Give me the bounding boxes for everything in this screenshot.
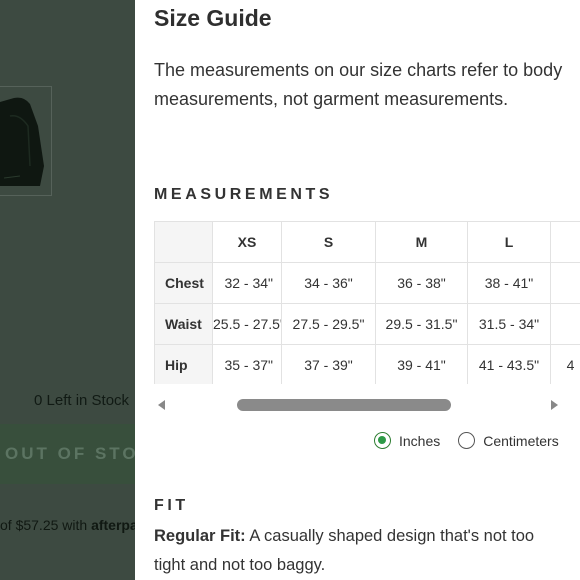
size-table: XS S M L Chest 32 - 34" 34 - 36" 36 - 38…	[154, 221, 580, 384]
table-cell: 32 - 34"	[212, 262, 282, 304]
table-cell: 4	[550, 344, 580, 384]
table-cell: 27.5 - 29.5"	[281, 303, 376, 345]
inches-label: Inches	[399, 432, 441, 449]
inches-radio[interactable]	[374, 432, 391, 449]
fit-heading: FIT	[154, 497, 189, 514]
table-row: Chest 32 - 34" 34 - 36" 36 - 38" 38 - 41…	[154, 262, 580, 304]
table-cell: 29.5 - 31.5"	[375, 303, 468, 345]
table-horizontal-scrollbar[interactable]	[154, 396, 562, 414]
table-cell: 37 - 39"	[281, 344, 376, 384]
jacket-image	[0, 97, 44, 186]
centimeters-radio[interactable]	[458, 432, 476, 449]
centimeters-label: Centimeters	[483, 432, 559, 449]
inches-option[interactable]: Inches	[374, 432, 440, 449]
table-cell: 25.5 - 27.5"	[212, 303, 282, 345]
table-cell: 36 - 38"	[375, 262, 468, 304]
scroll-right-arrow-icon[interactable]	[551, 400, 558, 410]
size-header-l: L	[467, 221, 551, 263]
size-table-scroller[interactable]: XS S M L Chest 32 - 34" 34 - 36" 36 - 38…	[154, 221, 580, 384]
table-cell: 34 - 36"	[281, 262, 376, 304]
table-cell: 31.5 - 34"	[467, 303, 551, 345]
table-cell: 38 - 41"	[467, 262, 551, 304]
table-corner-cell	[154, 221, 213, 263]
row-label-chest: Chest	[154, 262, 213, 304]
fit-description: Regular Fit: A casually shaped design th…	[154, 522, 569, 580]
size-header-m: M	[375, 221, 468, 263]
table-cell	[550, 262, 580, 304]
table-cell: 35 - 37"	[212, 344, 282, 384]
centimeters-option[interactable]: Centimeters	[458, 432, 559, 449]
out-of-stock-button[interactable]: OUT OF STOCK	[0, 424, 166, 484]
stock-status-text: 0 Left in Stock	[34, 392, 130, 409]
size-header-xl	[550, 221, 580, 263]
table-header-row: XS S M L	[154, 221, 580, 263]
row-label-waist: Waist	[154, 303, 213, 345]
scroll-track[interactable]	[172, 399, 544, 411]
installment-prefix: of $57.25 with	[0, 517, 92, 533]
size-guide-panel: Size Guide The measurements on our size …	[135, 0, 580, 580]
table-row: Waist 25.5 - 27.5" 27.5 - 29.5" 29.5 - 3…	[154, 303, 580, 345]
table-cell: 39 - 41"	[375, 344, 468, 384]
installment-text: of $57.25 with afterpay	[0, 517, 146, 533]
size-header-s: S	[281, 221, 376, 263]
table-cell	[550, 303, 580, 345]
table-cell: 41 - 43.5"	[467, 344, 551, 384]
row-label-hip: Hip	[154, 344, 213, 384]
table-row: Hip 35 - 37" 37 - 39" 39 - 41" 41 - 43.5…	[154, 344, 580, 384]
scroll-thumb[interactable]	[237, 399, 451, 411]
measurements-heading: MEASUREMENTS	[154, 186, 334, 203]
fit-label: Regular Fit:	[154, 527, 246, 545]
intro-text: The measurements on our size charts refe…	[154, 60, 563, 109]
panel-title: Size Guide	[154, 5, 272, 31]
scroll-left-arrow-icon[interactable]	[158, 400, 165, 410]
unit-toggle: Inches Centimeters	[374, 432, 577, 449]
size-header-xs: XS	[212, 221, 282, 263]
